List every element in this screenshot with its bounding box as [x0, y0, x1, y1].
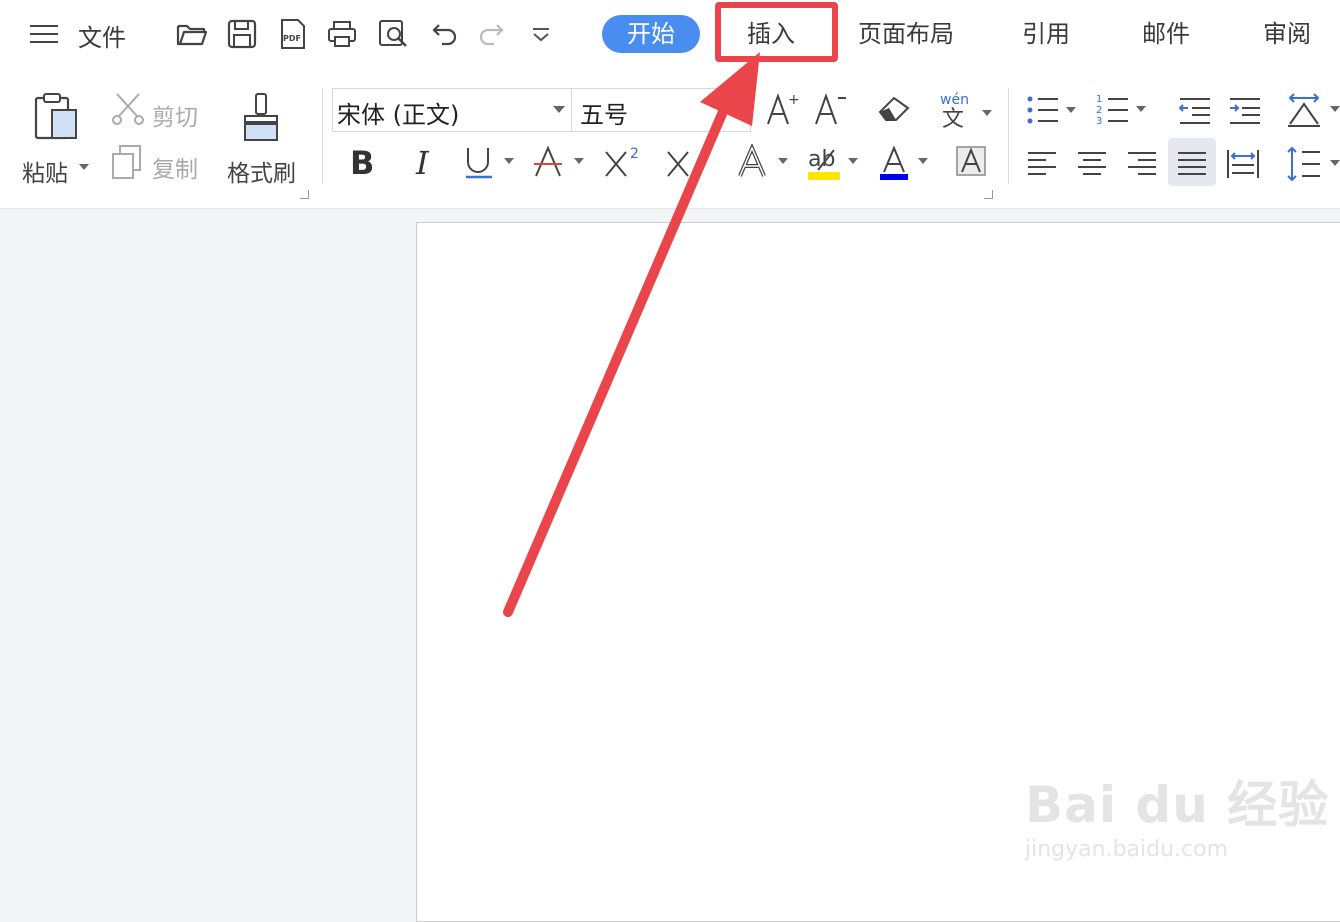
- red-arrow-annotation: [503, 52, 760, 617]
